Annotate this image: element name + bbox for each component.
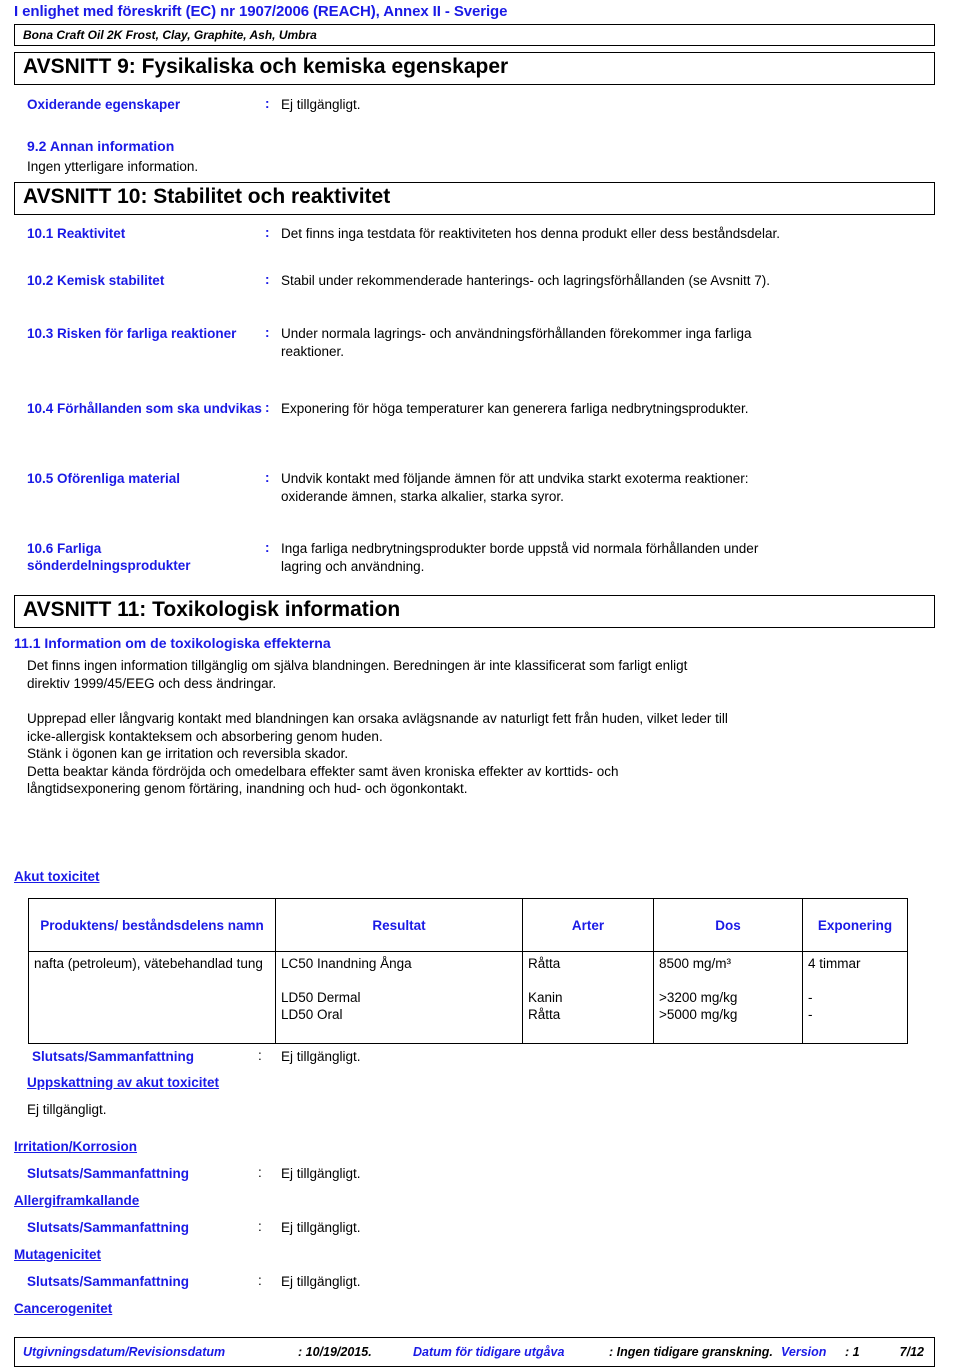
exposure-line-3: - <box>808 1007 813 1022</box>
col-header-result: Resultat <box>275 898 523 952</box>
label-conclusion-mutagenicity: Slutsats/Sammanfattning <box>27 1274 190 1289</box>
paragraph-11-1-b: Upprepad eller långvarig kontakt med bla… <box>27 711 728 796</box>
section-9-title: AVSNITT 9: Fysikaliska och kemiska egens… <box>23 55 509 78</box>
table-row: nafta (petroleum), vätebehandlad tung LC… <box>28 951 908 1044</box>
label-conclusion-sensitisation: Slutsats/Sammanfattning <box>27 1220 190 1235</box>
dose-gap <box>659 972 797 989</box>
value-10-3: Under normala lagrings- och användningsf… <box>281 326 752 359</box>
value-10-1: Det finns inga testdata för reaktivitete… <box>281 226 781 241</box>
footer-page-number: 7/12 <box>899 1345 924 1359</box>
label-conclusion-irritation: Slutsats/Sammanfattning <box>27 1166 190 1181</box>
col-header-exposure: Exponering <box>802 898 908 952</box>
heading-9-2: 9.2 Annan information <box>27 138 175 154</box>
heading-sensitisation: Allergiframkallande <box>14 1193 140 1208</box>
section-10-title: AVSNITT 10: Stabilitet och reaktivitet <box>23 185 391 208</box>
text-9-2: Ingen ytterligare information. <box>27 159 199 174</box>
label-10-1: 10.1 Reaktivitet <box>27 226 126 241</box>
col-header-species: Arter <box>522 898 654 952</box>
label-10-2: 10.2 Kemisk stabilitet <box>27 273 165 288</box>
footer-issue-value: : 10/19/2015. <box>298 1345 372 1359</box>
value-conclusion-sensitisation: Ej tillgängligt. <box>281 1220 361 1235</box>
label-conclusion-acute: Slutsats/Sammanfattning <box>32 1049 195 1064</box>
product-name-box: Bona Craft Oil 2K Frost, Clay, Graphite,… <box>14 24 935 46</box>
value-oxidizing-properties: Ej tillgängligt. <box>281 97 361 112</box>
result-line-1: LC50 Inandning Ånga <box>281 956 412 971</box>
colon-10-5: : <box>265 470 270 485</box>
acute-toxicity-table: Produktens/ beståndsdelens namn Resultat… <box>28 898 908 1044</box>
footer-previous-label: Datum för tidigare utgåva <box>413 1345 565 1359</box>
value-10-6: Inga farliga nedbrytningsprodukter borde… <box>281 541 759 574</box>
value-conclusion-irritation: Ej tillgängligt. <box>281 1166 361 1181</box>
colon-10-4: : <box>265 400 270 415</box>
cell-species: Råtta Kanin Råtta <box>522 951 654 1044</box>
species-gap <box>528 972 648 989</box>
colon-10-2: : <box>265 272 270 287</box>
label-10-6: 10.6 Farliga sönderdelningsprodukter <box>27 541 191 573</box>
section-banner-9: AVSNITT 9: Fysikaliska och kemiska egens… <box>14 52 935 85</box>
colon-10-3: : <box>265 325 270 340</box>
colon-conclusion-acute: : <box>258 1048 262 1063</box>
table-header-row: Produktens/ beståndsdelens namn Resultat… <box>28 898 908 952</box>
value-conclusion-acute: Ej tillgängligt. <box>281 1049 361 1064</box>
cell-substance-name: nafta (petroleum), vätebehandlad tung <box>28 951 276 1044</box>
heading-acute-tox-estimate: Uppskattning av akut toxicitet <box>27 1075 220 1090</box>
cell-exposure: 4 timmar - - <box>802 951 908 1044</box>
species-line-1: Råtta <box>528 956 561 971</box>
cell-result: LC50 Inandning Ånga LD50 Dermal LD50 Ora… <box>275 951 523 1044</box>
col-header-name: Produktens/ beståndsdelens namn <box>28 898 276 952</box>
value-conclusion-mutagenicity: Ej tillgängligt. <box>281 1274 361 1289</box>
colon-conclusion-mutagenicity: : <box>258 1273 262 1288</box>
section-banner-11: AVSNITT 11: Toxikologisk information <box>14 595 935 628</box>
sds-page: I enlighet med föreskrift (EC) nr 1907/2… <box>0 0 960 1371</box>
regulation-header: I enlighet med föreskrift (EC) nr 1907/2… <box>14 3 508 20</box>
page-footer: Utgivningsdatum/Revisionsdatum : 10/19/2… <box>14 1337 935 1367</box>
heading-irritation-corrosion: Irritation/Korrosion <box>14 1139 138 1154</box>
value-10-2: Stabil under rekommenderade hanterings- … <box>281 273 771 288</box>
footer-issue-label: Utgivningsdatum/Revisionsdatum <box>23 1345 226 1359</box>
colon-10-1: : <box>265 225 270 240</box>
heading-mutagenicity: Mutagenicitet <box>14 1247 102 1262</box>
result-line-3: LD50 Oral <box>281 1007 343 1022</box>
dose-line-2: >3200 mg/kg <box>659 990 738 1005</box>
value-10-4: Exponering för höga temperaturer kan gen… <box>281 401 749 416</box>
footer-version-label: Version <box>781 1345 827 1359</box>
exposure-line-1: 4 timmar <box>808 956 861 971</box>
dose-line-3: >5000 mg/kg <box>659 1007 738 1022</box>
section-banner-10: AVSNITT 10: Stabilitet och reaktivitet <box>14 182 935 215</box>
colon-10-6: : <box>265 540 270 555</box>
heading-carcinogenicity: Cancerogenitet <box>14 1301 113 1316</box>
footer-version-value: : 1 <box>845 1345 860 1359</box>
section-11-title: AVSNITT 11: Toxikologisk information <box>23 598 401 621</box>
label-10-5: 10.5 Oförenliga material <box>27 471 181 486</box>
dose-line-1: 8500 mg/m³ <box>659 956 732 971</box>
value-10-5: Undvik kontakt med följande ämnen för at… <box>281 471 749 504</box>
footer-previous-value: : Ingen tidigare granskning. <box>609 1345 773 1359</box>
exposure-line-2: - <box>808 990 813 1005</box>
colon-conclusion-irritation: : <box>258 1165 262 1180</box>
value-acute-tox-estimate: Ej tillgängligt. <box>27 1102 107 1117</box>
heading-acute-toxicity: Akut toxicitet <box>14 869 100 884</box>
label-10-3: 10.3 Risken för farliga reaktioner <box>27 326 237 341</box>
label-oxidizing-properties: Oxiderande egenskaper <box>27 97 181 112</box>
exposure-gap <box>808 972 902 989</box>
colon-oxidizing-properties: : <box>265 96 270 111</box>
result-gap <box>281 972 517 989</box>
species-line-2: Kanin <box>528 990 563 1005</box>
cell-dose: 8500 mg/m³ >3200 mg/kg >5000 mg/kg <box>653 951 803 1044</box>
col-header-dose: Dos <box>653 898 803 952</box>
species-line-3: Råtta <box>528 1007 561 1022</box>
paragraph-11-1-a: Det finns ingen information tillgänglig … <box>27 658 688 691</box>
product-name: Bona Craft Oil 2K Frost, Clay, Graphite,… <box>23 28 317 42</box>
colon-conclusion-sensitisation: : <box>258 1219 262 1234</box>
result-line-2: LD50 Dermal <box>281 990 361 1005</box>
heading-11-1: 11.1 Information om de toxikologiska eff… <box>14 635 331 651</box>
label-10-4: 10.4 Förhållanden som ska undvikas <box>27 401 262 416</box>
